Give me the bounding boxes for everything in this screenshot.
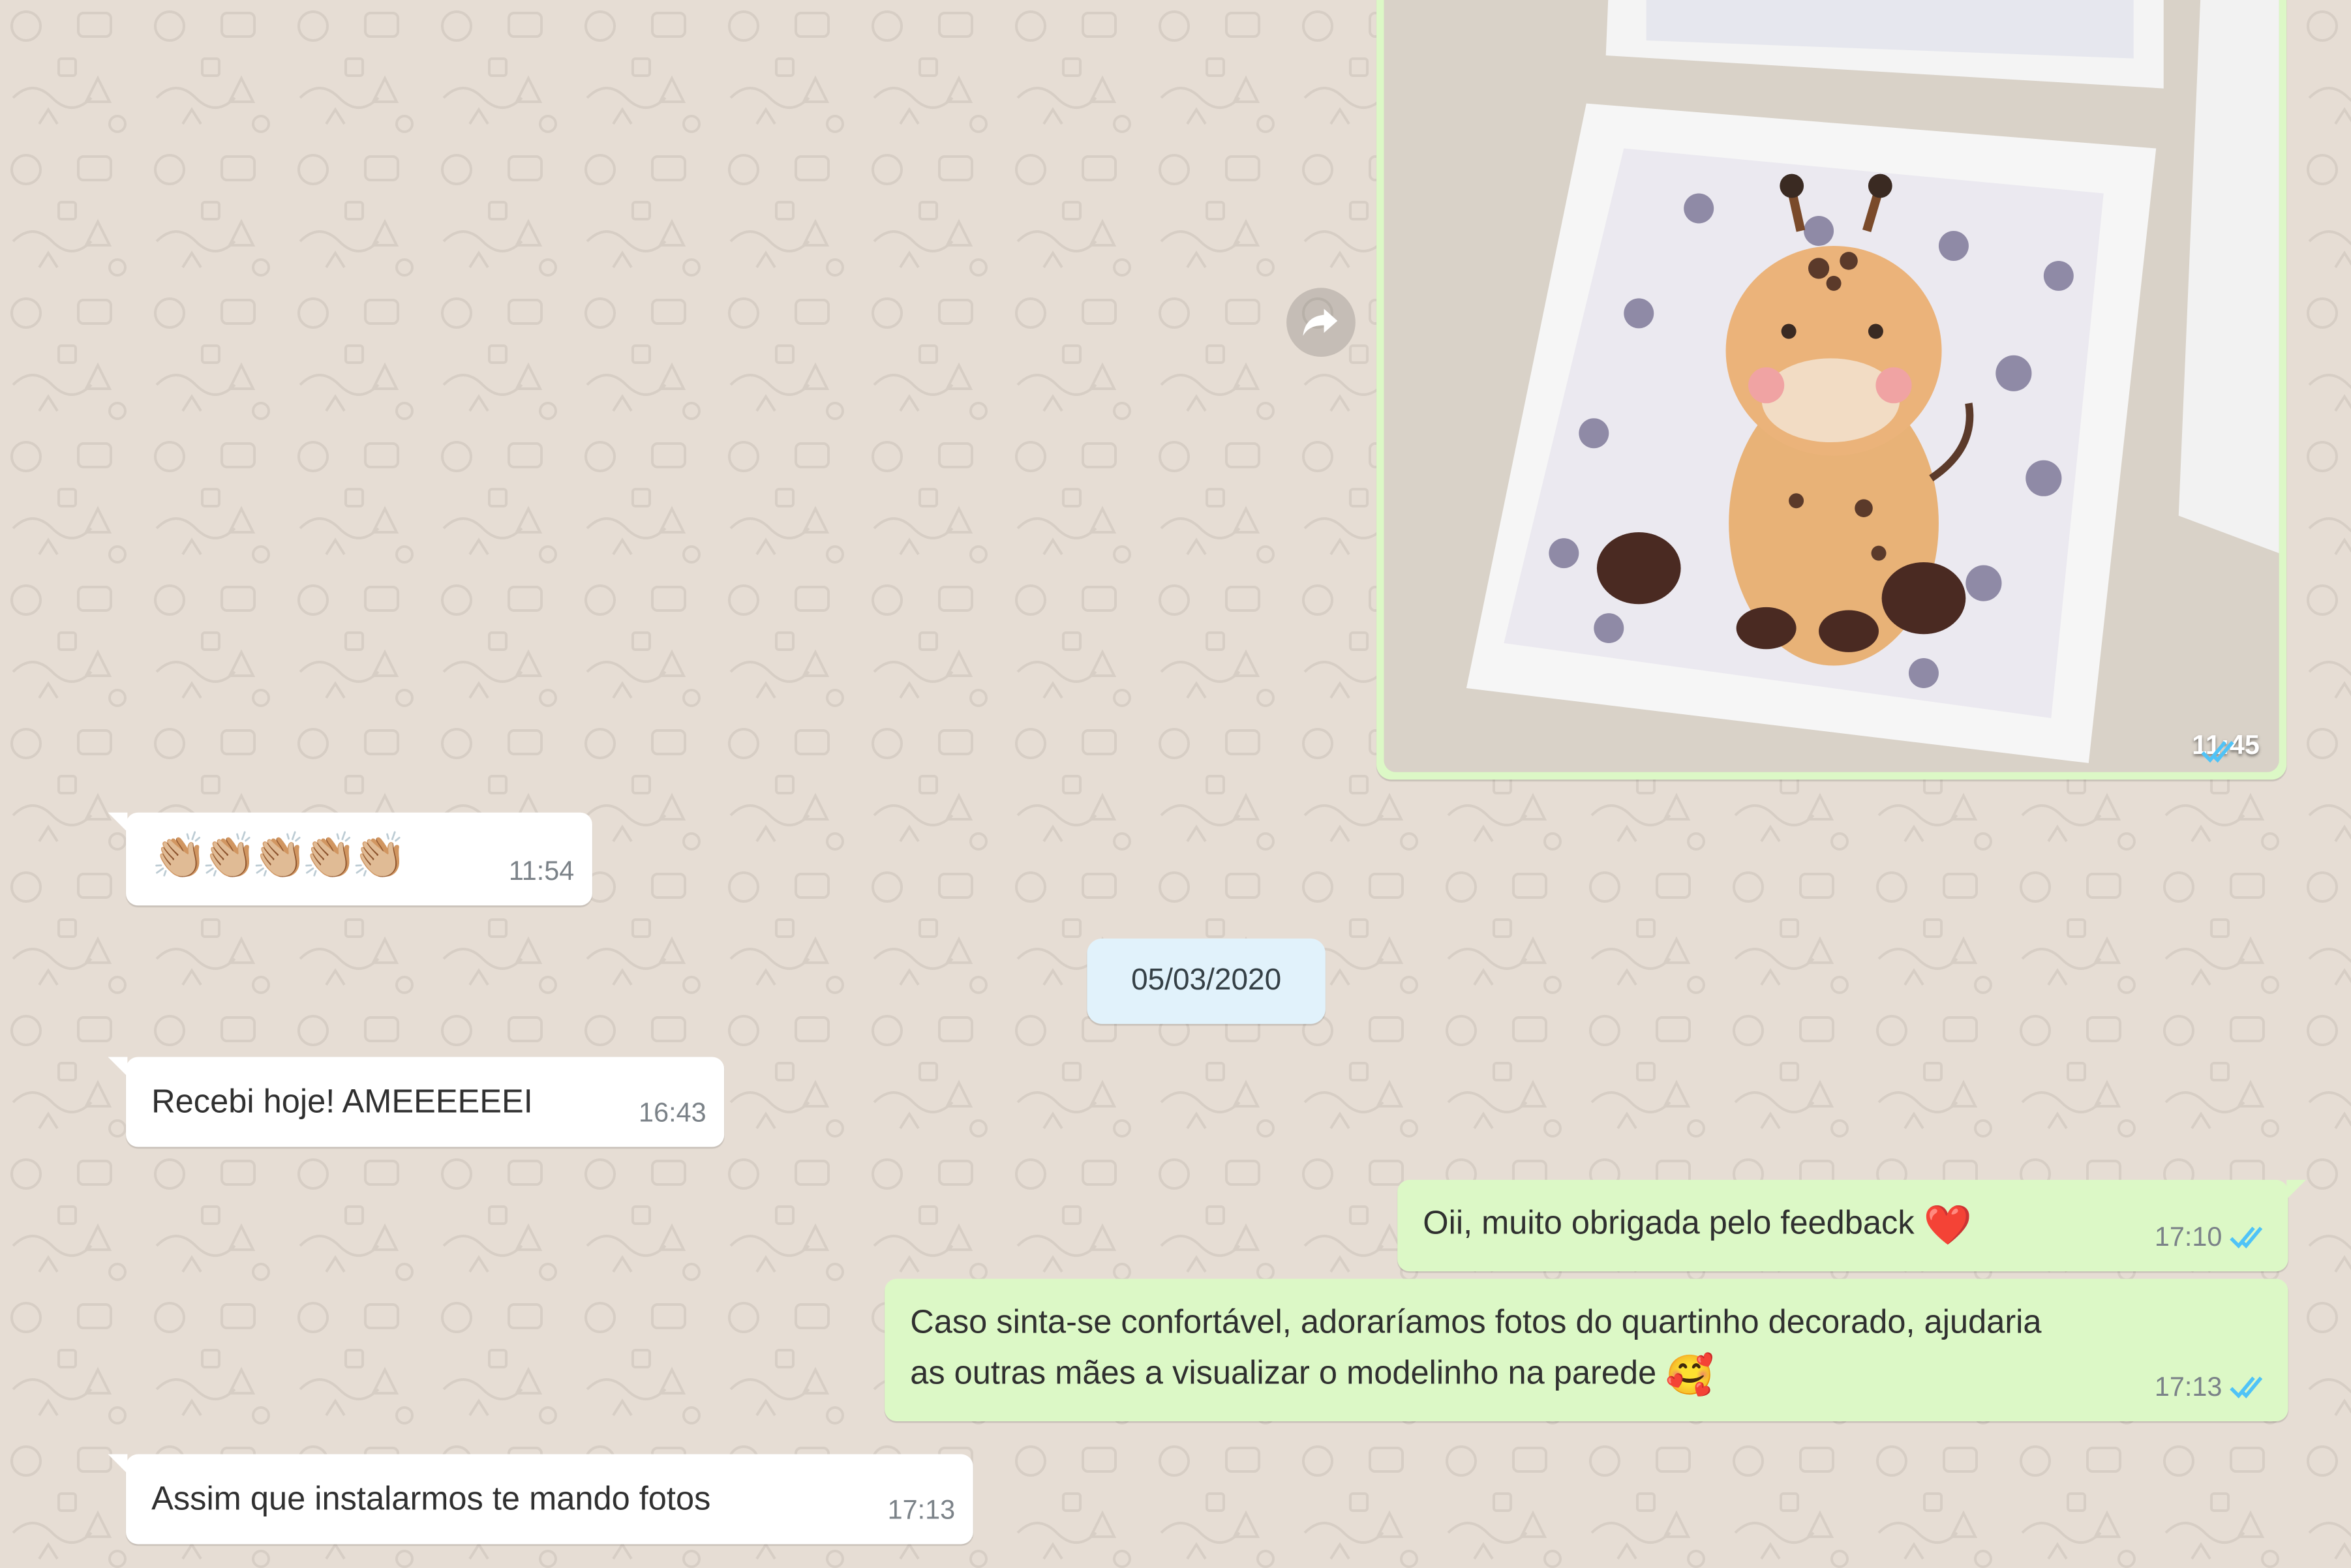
- message-meta: 17:13: [2155, 1361, 2270, 1412]
- message-time: 17:13: [2154, 1372, 2222, 1402]
- message-time: 16:43: [639, 1097, 706, 1128]
- outgoing-message[interactable]: Oii, muito obrigada pelo feedback ❤️ 17:…: [1397, 1179, 2307, 1272]
- message-body: Oii, muito obrigada pelo feedback: [1423, 1203, 1915, 1242]
- message-time: 11:54: [508, 856, 575, 886]
- image-message-meta: 11:45: [2192, 730, 2260, 763]
- message-time: 17:13: [887, 1494, 956, 1525]
- message-body: as outras mães a visualizar o modelinho …: [910, 1353, 1657, 1392]
- double-check-icon: [2230, 1226, 2263, 1249]
- giraffe-frame-photo: [1384, 0, 2279, 772]
- outgoing-message[interactable]: Caso sinta-se confortável, adoraríamos f…: [885, 1278, 2288, 1421]
- image-message[interactable]: 11:45: [1376, 0, 2287, 780]
- forward-icon: [1303, 309, 1338, 336]
- date-separator: 05/03/2020: [1087, 938, 1326, 1024]
- message-text: Recebi hoje! AMEEEEEEI: [151, 1082, 533, 1120]
- message-text: Oii, muito obrigada pelo feedback ❤️: [1423, 1198, 1972, 1251]
- red-heart-emoji: ❤️: [1923, 1202, 1973, 1248]
- double-check-icon: [2201, 740, 2234, 763]
- incoming-message[interactable]: 👏🏼👏🏼👏🏼👏🏼👏🏼 11:54: [108, 812, 592, 906]
- message-text-line-2: as outras mães a visualizar o modelinho …: [910, 1348, 1714, 1400]
- message-meta: 16:43: [639, 1087, 706, 1138]
- message-meta: 11:54: [509, 845, 574, 896]
- smiling-face-with-hearts-emoji: 🥰: [1665, 1352, 1714, 1398]
- message-text: Assim que instalarmos te mando fotos: [151, 1479, 711, 1518]
- message-meta: 17:10: [2155, 1211, 2270, 1262]
- incoming-message[interactable]: Assim que instalarmos te mando fotos 17:…: [108, 1454, 973, 1545]
- forward-button[interactable]: [1286, 288, 1356, 357]
- incoming-message[interactable]: Recebi hoje! AMEEEEEEI 16:43: [108, 1057, 725, 1147]
- message-time: 17:10: [2154, 1222, 2222, 1252]
- message-meta: 17:13: [888, 1485, 956, 1535]
- double-check-icon: [2230, 1376, 2263, 1398]
- message-text-line-1: Caso sinta-se confortável, adoraríamos f…: [910, 1303, 2042, 1340]
- clapping-hands-emoji: 👏🏼👏🏼👏🏼👏🏼👏🏼: [151, 832, 408, 882]
